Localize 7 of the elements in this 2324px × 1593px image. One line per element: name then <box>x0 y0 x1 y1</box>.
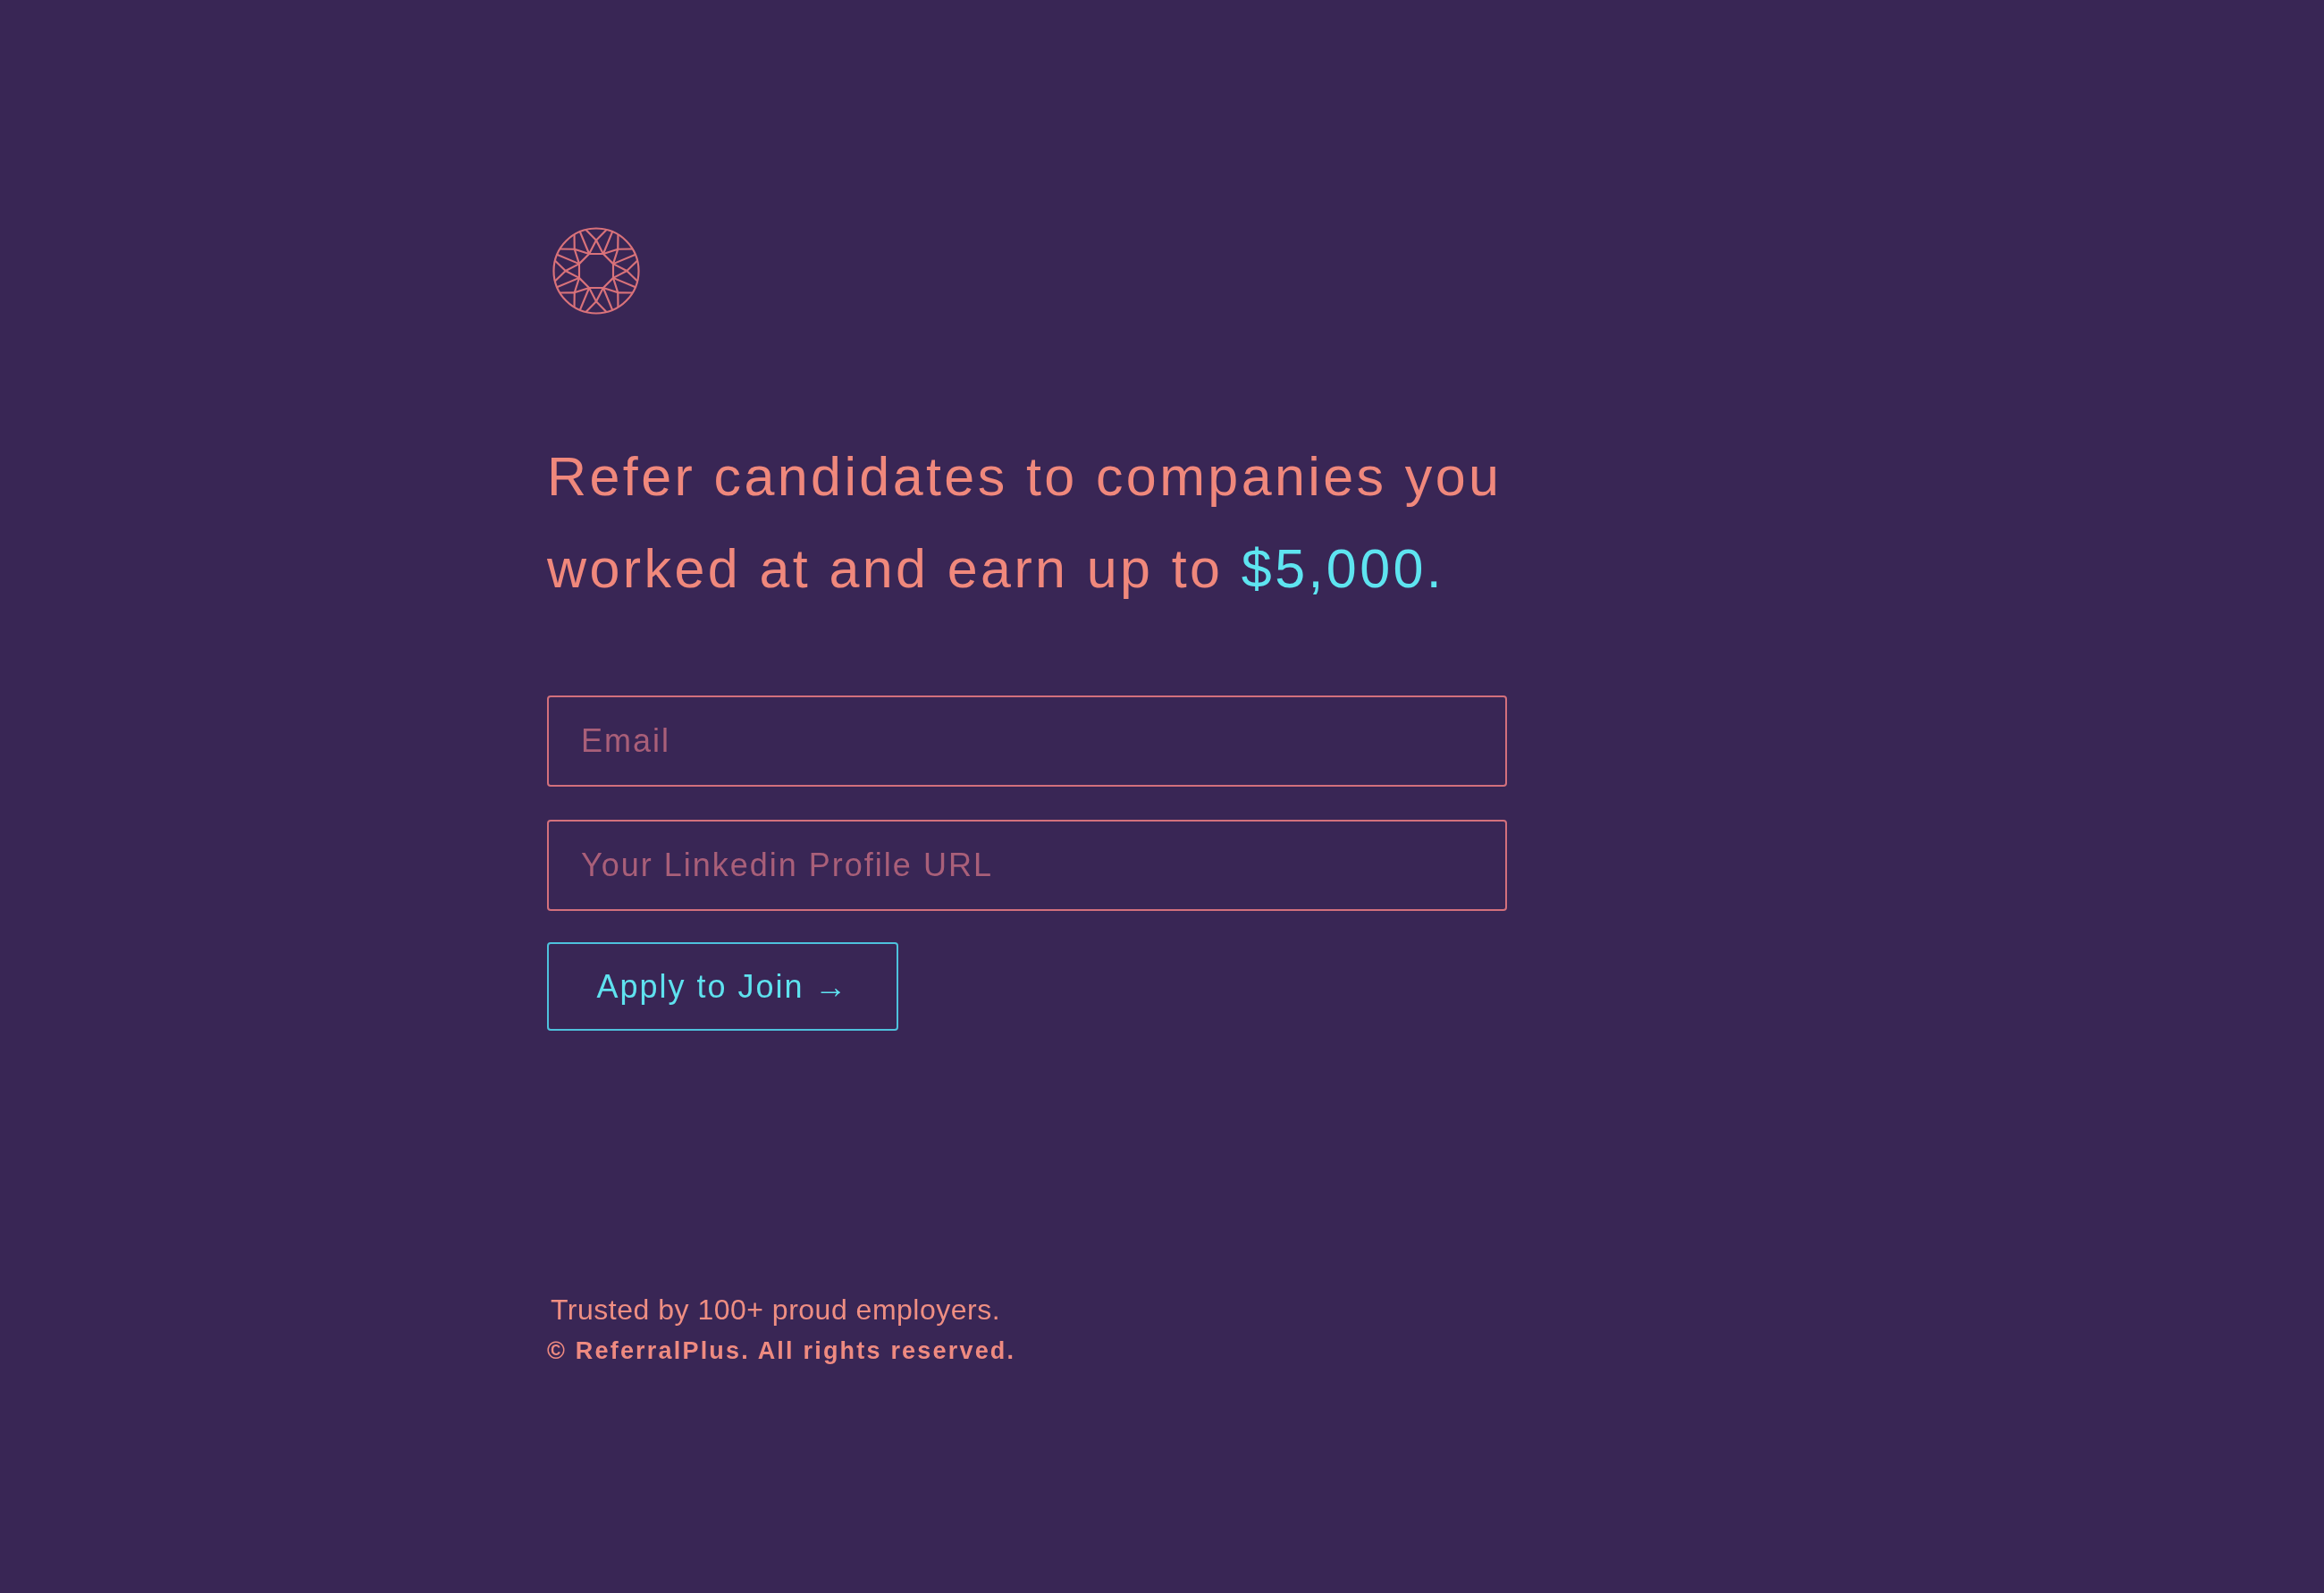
input-field[interactable]: Your Linkedin Profile URL <box>547 820 1507 911</box>
tagline-text: Trusted by 100+ proud employers. <box>551 1293 1002 1328</box>
apply-button[interactable]: Apply to Join → <box>547 942 898 1031</box>
copyright-text: © ReferralPlus. All rights reserved. <box>547 1336 1017 1366</box>
gem-icon <box>552 227 640 315</box>
input-field[interactable]: Email <box>547 695 1507 787</box>
headline: Refer candidates to companies you worked at and earn up to $5,000. <box>547 445 1503 601</box>
